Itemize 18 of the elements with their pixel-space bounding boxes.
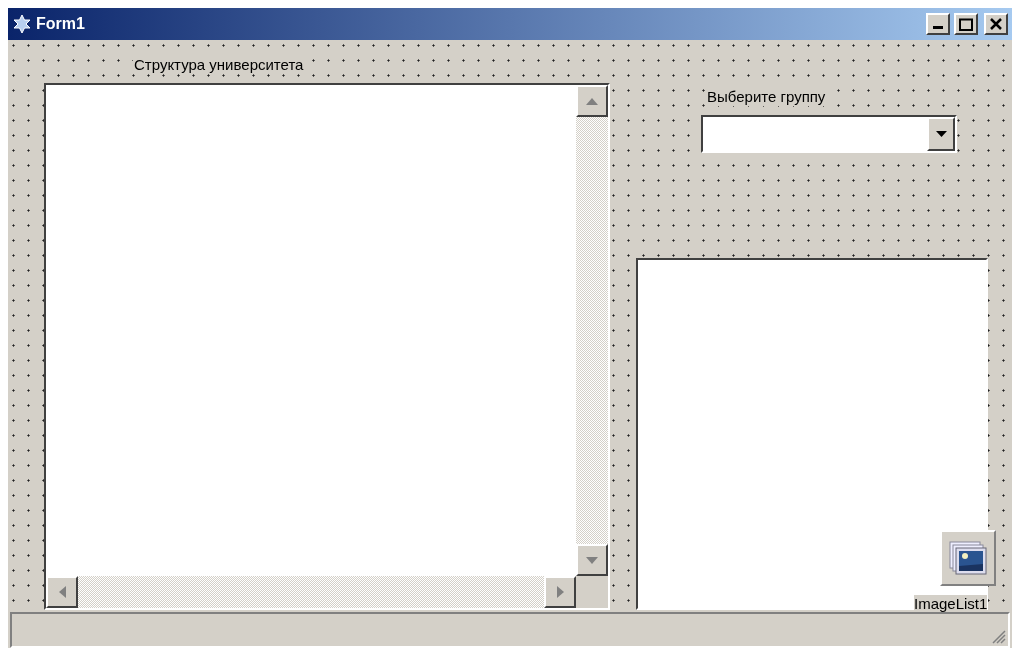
group-label: Выберите группу xyxy=(706,88,827,106)
close-button[interactable] xyxy=(984,13,1008,35)
close-icon xyxy=(990,18,1002,30)
maximize-button[interactable] xyxy=(954,13,978,35)
tree-label: Структура университета xyxy=(133,56,305,74)
image-list-component[interactable] xyxy=(940,530,996,586)
component-caption: ImageList1 xyxy=(914,595,988,613)
star-icon xyxy=(12,14,32,34)
picture-stack-icon xyxy=(948,540,988,576)
horizontal-scrollbar[interactable] xyxy=(46,576,576,608)
group-combo-box[interactable] xyxy=(701,115,957,153)
size-grip-icon[interactable] xyxy=(992,630,1006,644)
window-title: Form1 xyxy=(36,14,86,34)
maximize-icon xyxy=(959,17,973,31)
minimize-button[interactable] xyxy=(926,13,950,35)
vertical-scrollbar[interactable] xyxy=(576,85,608,576)
minimize-icon xyxy=(933,26,943,29)
scrollbar-corner xyxy=(576,576,608,608)
